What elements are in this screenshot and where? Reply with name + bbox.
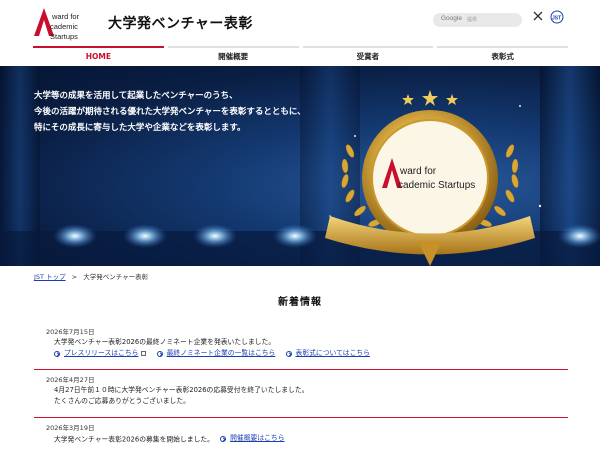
news-date: 2026年3月19日 <box>46 424 95 432</box>
search-brand: Google <box>441 15 462 22</box>
news-links: プレスリリースはこちら 最終ノミネート企業の一覧はこちら 表彰式についてはこちら <box>34 348 568 365</box>
final-nominees-link[interactable]: 最終ノミネート企業の一覧はこちら <box>156 348 275 359</box>
ceremony-info-link[interactable]: 表彰式についてはこちら <box>285 348 370 359</box>
hero-line-3: 特にその成長に寄与した大学や企業などを表彰します。 <box>34 123 246 133</box>
external-link-icon <box>141 351 147 356</box>
site-header: ward for cademic Startups 大学発ベンチャー表彰 Goo… <box>0 0 600 46</box>
badge-line2: cademic Startups <box>398 180 475 191</box>
news-item: 2026年7月15日 大学発ベンチャー表彰2026の最終ノミネート企業を発表いた… <box>34 322 568 370</box>
hero-line-1: 大学等の成果を活用して起業したベンチャーのうち、 <box>34 91 238 101</box>
nav-winners[interactable]: 受賞者 <box>302 46 434 66</box>
jst-logo-icon[interactable]: JST <box>549 10 565 24</box>
search-box[interactable]: Google 提供 <box>433 13 522 27</box>
hero-description: 大学等の成果を活用して起業したベンチャーのうち、 今後の活躍が期待される優れた大… <box>34 88 306 136</box>
nav-home[interactable]: HOME <box>33 46 164 66</box>
press-release-link[interactable]: プレスリリースはこちら <box>54 348 147 359</box>
site-title: 大学発ベンチャー表彰 <box>108 16 253 32</box>
news-section-title: 新着情報 <box>278 297 322 308</box>
overview-link[interactable]: 開催概要はこちら <box>220 433 285 444</box>
news-text: 大学発ベンチャー表彰2026の最終ノミネート企業を発表いたしました。 <box>54 338 276 346</box>
arrow-circle-icon <box>156 350 163 357</box>
breadcrumb-home-link[interactable]: JST トップ <box>34 273 66 281</box>
news-date: 2026年7月15日 <box>46 328 95 336</box>
news-text: たくさんのご応募ありがとうございました。 <box>54 397 190 405</box>
arrow-circle-icon <box>285 350 292 357</box>
arrow-circle-icon <box>54 350 60 357</box>
logo-line2: cademic Startups <box>50 22 78 41</box>
breadcrumb: JST トップ > 大学発ベンチャー表彰 <box>34 271 148 281</box>
breadcrumb-current: 大学発ベンチャー表彰 <box>83 273 149 281</box>
badge-line1: ward for <box>399 166 437 177</box>
hero-line-2: 今後の活躍が期待される優れた大学発ベンチャーを表彰するとともに、 <box>34 107 306 117</box>
badge-stars <box>402 90 458 106</box>
nav-ceremony[interactable]: 表彰式 <box>437 46 568 66</box>
main-nav: HOME 開催概要 受賞者 表彰式 <box>33 46 568 66</box>
arrow-circle-icon <box>220 435 227 442</box>
x-social-icon[interactable] <box>533 11 543 21</box>
logo-text: ward for cademic Startups <box>48 12 104 42</box>
search-placeholder: 提供 <box>467 17 478 23</box>
news-text: 4月27日午前１０時に大学発ベンチャー表彰2026の応募受付を終了いたしました。 <box>54 386 309 394</box>
svg-text:JST: JST <box>552 16 561 22</box>
site-logo[interactable]: ward for cademic Startups <box>34 8 104 41</box>
news-date: 2026年4月27日 <box>46 376 95 384</box>
news-item: 2026年3月19日 大学発ベンチャー表彰2026の募集を開始しました。 開催概… <box>34 418 568 457</box>
news-text: 大学発ベンチャー表彰2026の募集を開始しました。 開催概要はこちら <box>54 433 285 444</box>
nav-overview[interactable]: 開催概要 <box>167 46 299 66</box>
breadcrumb-separator: > <box>71 273 78 281</box>
news-item: 2026年4月27日 4月27日午前１０時に大学発ベンチャー表彰2026の応募受… <box>34 370 568 418</box>
hero-banner: ward for cademic Startups 大学等の成果を活用して起業し… <box>0 66 600 266</box>
logo-line1: ward for <box>52 12 80 21</box>
news-list: 2026年7月15日 大学発ベンチャー表彰2026の最終ノミネート企業を発表いた… <box>34 322 568 457</box>
